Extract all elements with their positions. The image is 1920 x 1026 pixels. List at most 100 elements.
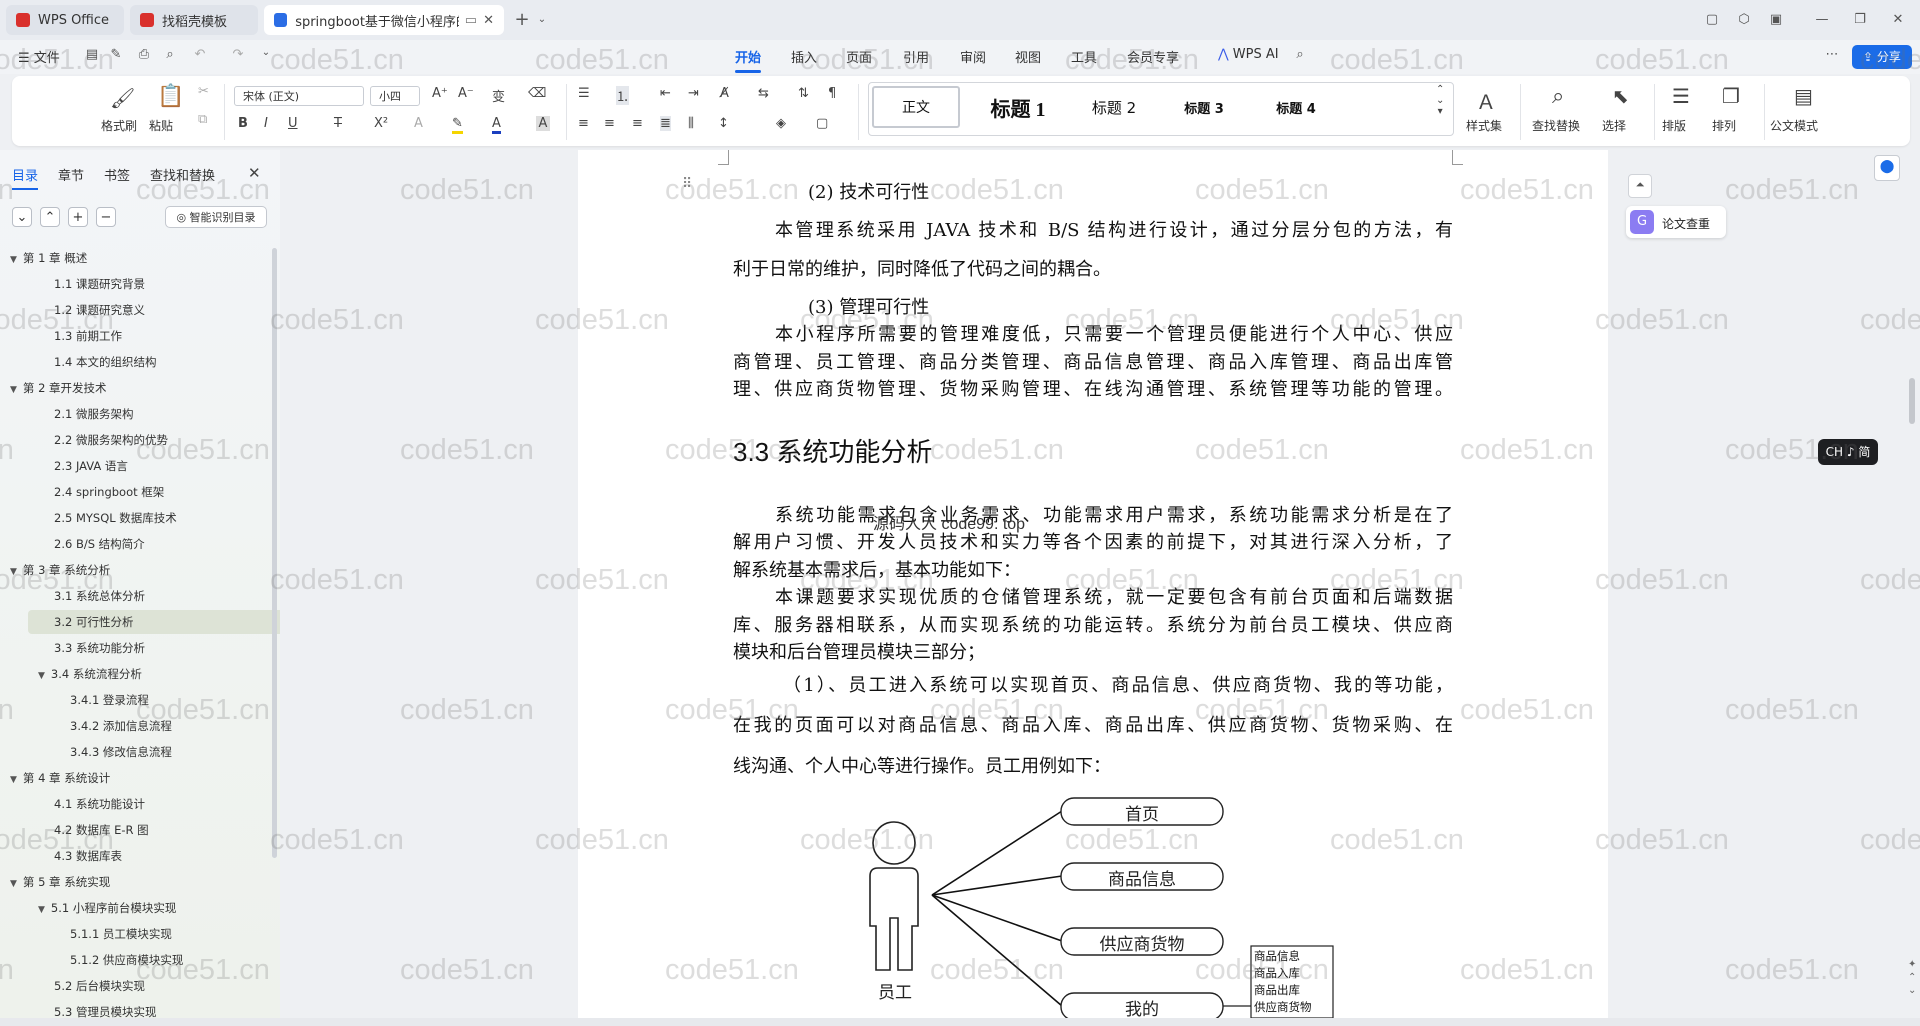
ai-toc-button[interactable]: ◎ 智能识别目录 <box>165 206 267 228</box>
toc-item[interactable]: ▼ 第 5 章 系统实现 <box>0 870 278 894</box>
print-preview-icon[interactable]: ⌕ <box>162 47 178 63</box>
expand-triangle-icon[interactable]: ▼ <box>38 898 45 922</box>
official-doc-icon[interactable]: ▤ <box>1794 84 1813 108</box>
highlight-icon[interactable]: ✎ <box>452 116 463 134</box>
bold-icon[interactable]: B <box>238 116 248 131</box>
clear-format-icon[interactable]: ⌫ <box>528 86 546 101</box>
line-spacing-icon[interactable]: ↕ <box>718 116 729 131</box>
superscript-icon[interactable]: X² <box>374 116 388 131</box>
menu-page[interactable]: 页面 <box>846 47 872 66</box>
expand-triangle-icon[interactable]: ▼ <box>10 248 17 272</box>
menu-reference[interactable]: 引用 <box>903 47 929 66</box>
document-scrollbar[interactable] <box>1909 378 1915 424</box>
chinese-layout-icon[interactable]: A̸ <box>720 86 729 101</box>
arrange-label[interactable]: 排列 <box>1712 117 1736 134</box>
tab-wps-office[interactable]: WPS Office <box>6 5 124 35</box>
avatar[interactable]: ▣ <box>1766 10 1786 30</box>
print-icon[interactable]: ⎙ <box>136 47 152 63</box>
format-painter-label[interactable]: 格式刷 <box>101 117 137 134</box>
find-replace-label[interactable]: 查找替换 <box>1532 117 1580 134</box>
toc-item[interactable]: ▼ 第 1 章 概述 <box>0 246 278 270</box>
tab-list-chevron-icon[interactable]: ⌄ <box>532 10 552 30</box>
border-icon[interactable]: ▢ <box>816 116 828 131</box>
style-heading4[interactable]: 标题 4 <box>1254 86 1338 128</box>
font-color-icon[interactable]: A <box>492 116 501 134</box>
italic-icon[interactable]: I <box>264 116 268 131</box>
style-scroll-icon[interactable]: ⌃ ⌄ ▾ <box>1436 84 1444 117</box>
distributed-icon[interactable]: ⫼ <box>688 116 694 131</box>
arrange-icon[interactable]: ❐ <box>1722 84 1740 108</box>
style-heading1[interactable]: 标题 1 <box>970 86 1066 128</box>
select-cursor-icon[interactable]: ⬉ <box>1612 84 1629 108</box>
style-set-label[interactable]: 样式集 <box>1466 117 1502 134</box>
grow-font-icon[interactable]: A⁺ <box>432 86 448 101</box>
paper-check-button[interactable]: G 论文查重 <box>1626 206 1726 238</box>
tab-toc[interactable]: 目录 <box>12 165 39 190</box>
remove-heading-icon[interactable]: − <box>96 207 116 227</box>
box-icon[interactable]: ⬡ <box>1734 10 1754 30</box>
expand-triangle-icon[interactable]: ▼ <box>10 768 17 792</box>
drag-handle-icon[interactable]: ⠿ <box>682 176 692 192</box>
close-window-icon[interactable]: ✕ <box>1888 10 1908 30</box>
tab-template[interactable]: 找稻壳模板 <box>130 5 258 35</box>
expand-chevron-icon[interactable]: ⌃ <box>40 207 60 227</box>
menu-insert[interactable]: 插入 <box>791 47 817 66</box>
toc-item[interactable]: 5.2 后台模块实现 <box>0 974 322 998</box>
cut-icon[interactable]: ✂ <box>198 84 209 99</box>
font-size-select[interactable]: 小四 <box>370 86 420 106</box>
share-button[interactable]: ⇪ 分享 <box>1852 45 1912 69</box>
layout-label[interactable]: 排版 <box>1662 117 1686 134</box>
toc-item[interactable]: ▼ 第 2 章开发技术 <box>0 376 278 400</box>
menu-member[interactable]: 会员专享 <box>1127 47 1179 66</box>
copy-icon[interactable]: ⧉ <box>198 112 207 127</box>
align-left-icon[interactable]: ≡ <box>578 116 589 131</box>
tab-find-replace[interactable]: 查找和替换 <box>150 165 215 184</box>
toc-item[interactable]: ▼ 第 4 章 系统设计 <box>0 766 278 790</box>
official-mode-label[interactable]: 公文模式 <box>1770 117 1818 134</box>
style-normal[interactable]: 正文 <box>872 86 960 128</box>
style-set-icon[interactable]: Ａ <box>1476 86 1496 115</box>
underline-icon[interactable]: U <box>288 116 298 131</box>
toc-item[interactable]: ▼ 第 3 章 系统分析 <box>0 558 278 582</box>
char-shading-icon[interactable]: A <box>536 116 550 131</box>
toc-item[interactable]: ▼ 3.4 系统流程分析 <box>0 662 306 686</box>
add-heading-icon[interactable]: + <box>68 207 88 227</box>
collapse-chevron-icon[interactable]: ⌄ <box>12 207 32 227</box>
location-pin-icon[interactable]: ⬤ <box>1874 155 1900 181</box>
text-effect-icon[interactable]: A <box>414 116 423 131</box>
find-icon[interactable]: ⌕ <box>1552 84 1564 109</box>
file-menu[interactable]: ☰ 文件 <box>18 47 60 66</box>
sidebar-scrollbar[interactable] <box>272 248 277 858</box>
ime-indicator[interactable]: CH ♪ 简 <box>1818 439 1878 465</box>
menu-view[interactable]: 视图 <box>1015 47 1041 66</box>
more-icon[interactable]: ⋯ <box>1824 47 1840 63</box>
quick-access-chevron-icon[interactable]: ⌄ <box>258 47 274 63</box>
scroll-buttons[interactable]: ✦ ⌃ ⌄ <box>1908 958 1916 997</box>
new-tab-button[interactable]: + <box>512 10 532 30</box>
menu-review[interactable]: 审阅 <box>960 47 986 66</box>
collapse-panel-icon[interactable]: ⏶ <box>1628 174 1652 198</box>
save-icon[interactable]: ▤ <box>84 47 100 63</box>
font-name-select[interactable]: 宋体 (正文) <box>234 86 364 106</box>
menu-wps-ai[interactable]: ⋀ WPS AI <box>1218 47 1279 62</box>
layout-icon[interactable]: ☰ <box>1672 84 1690 108</box>
phonetic-icon[interactable]: 变 <box>492 86 505 105</box>
expand-triangle-icon[interactable]: ▼ <box>10 560 17 584</box>
redo-icon[interactable]: ↷ <box>230 47 246 63</box>
tab-document[interactable]: springboot基于微信小程序的 ▭ ✕ <box>264 5 504 35</box>
undo-icon[interactable]: ↶ <box>192 47 208 63</box>
bullet-list-icon[interactable]: ☰ <box>578 86 590 101</box>
close-pane-icon[interactable]: ✕ <box>248 164 261 182</box>
sort-icon[interactable]: ⇅ <box>798 86 809 101</box>
justify-icon[interactable]: ≣ <box>660 116 671 131</box>
pen-icon[interactable]: ✎ <box>108 47 124 63</box>
increase-indent-icon[interactable]: ⇥ <box>688 86 699 101</box>
toc-item[interactable]: ▼ 5.1 小程序前台模块实现 <box>0 896 306 920</box>
expand-triangle-icon[interactable]: ▼ <box>10 872 17 896</box>
tab-chapters[interactable]: 章节 <box>58 165 84 184</box>
style-heading3[interactable]: 标题 3 <box>1162 86 1246 128</box>
minimize-icon[interactable]: — <box>1812 10 1832 30</box>
select-label[interactable]: 选择 <box>1602 117 1626 134</box>
window-layout-icon[interactable]: ▢ <box>1702 10 1722 30</box>
tab-bookmarks[interactable]: 书签 <box>104 165 130 184</box>
